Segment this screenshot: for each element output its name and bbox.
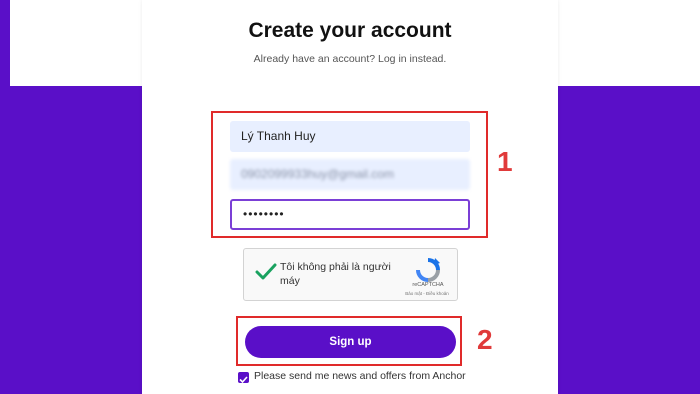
login-prompt[interactable]: Already have an account? Log in instead. [142,53,558,65]
annotation-number-2: 2 [477,324,493,355]
recaptcha-privacy-links[interactable]: Bảo mật - Điều khoản [396,291,458,296]
newsletter-label[interactable]: Please send me news and offers from Anch… [254,370,466,382]
checkmark-icon[interactable] [255,263,277,286]
recaptcha-label: Tôi không phải là người máy [280,261,391,287]
recaptcha-brand: reCAPTCHA [412,282,444,288]
annotation-box-2 [236,316,462,366]
recaptcha-widget[interactable]: Tôi không phải là người máy reCAPTCHA Bả… [243,248,458,301]
page-title: Create your account [248,19,452,42]
checkbox-check-icon [239,376,248,384]
newsletter-checkbox[interactable] [238,372,249,384]
annotation-box-1 [211,111,488,238]
annotation-number-1: 1 [497,146,513,177]
